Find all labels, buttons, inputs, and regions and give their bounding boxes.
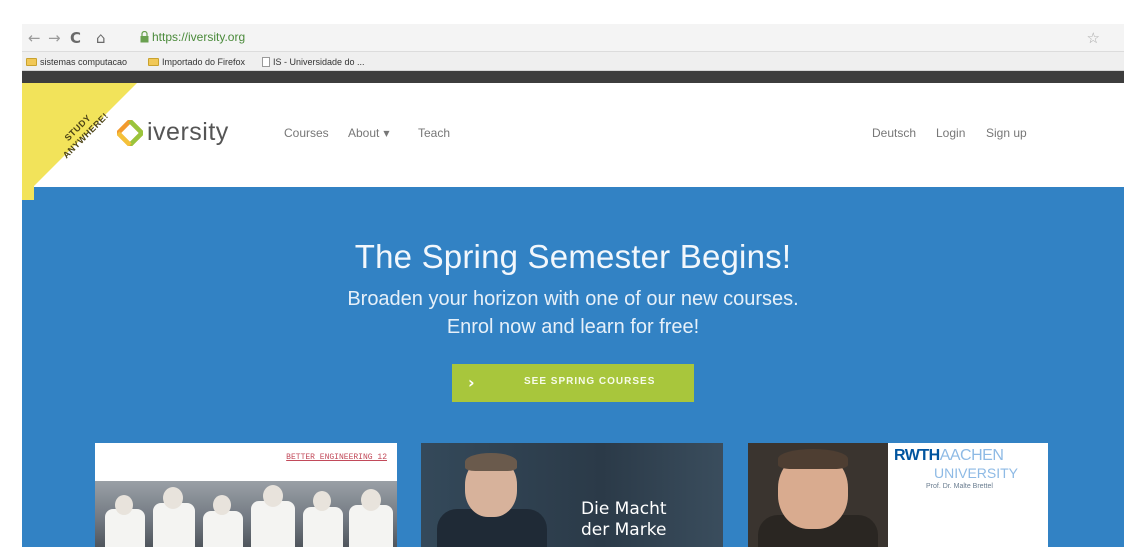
brand-name: iversity xyxy=(147,118,229,146)
bookmark-label: IS - Universidade do ... xyxy=(273,56,365,67)
course-image xyxy=(748,443,888,547)
signup-label: Sign up xyxy=(986,126,1027,140)
hero-subtitle: Broaden your horizon with one of our new… xyxy=(347,288,799,310)
course-image xyxy=(95,481,397,547)
folder-icon xyxy=(148,57,159,66)
reload-icon[interactable]: C xyxy=(70,29,81,47)
nav-about-label: About xyxy=(348,126,380,140)
iversity-logo-icon xyxy=(117,119,143,146)
hero-title: The Spring Semester Begins! xyxy=(354,238,792,275)
nav-teach-label: Teach xyxy=(418,126,451,140)
course-card[interactable]: BETTER ENGINEERING 12 xyxy=(95,443,397,547)
bookmark-item[interactable]: IS - Universidade do ... xyxy=(262,55,365,68)
bookmark-star-icon[interactable]: ☆ xyxy=(1087,29,1100,47)
folder-icon xyxy=(26,57,37,66)
nav-courses-label: Courses xyxy=(284,126,329,140)
language-label: Deutsch xyxy=(872,126,917,140)
caret-down-icon: ▼ xyxy=(383,128,390,138)
cta-label: SEE SPRING COURSES xyxy=(524,376,656,387)
rwth-logo-light: AACHEN xyxy=(939,447,1004,464)
course-card-tag: BETTER ENGINEERING 12 xyxy=(286,453,387,462)
course-card-title: Die Macht der Marke xyxy=(581,499,667,541)
bookmark-item[interactable]: Importado do Firefox xyxy=(148,55,245,68)
forward-icon[interactable]: → xyxy=(48,29,61,47)
nav-courses[interactable]: Courses xyxy=(284,126,329,140)
course-card[interactable]: RWTHAACHEN UNIVERSITY Prof. Dr. Malte Br… xyxy=(748,443,1048,547)
screenshot-frame: ← → C ⌂ https://iversity.org ☆ sistemas … xyxy=(0,0,1124,547)
nav-teach[interactable]: Teach xyxy=(418,126,450,140)
nav-about[interactable]: About ▼ xyxy=(348,126,390,140)
signup-link[interactable]: Sign up xyxy=(986,126,1027,140)
chevron-right-icon: › xyxy=(468,373,475,392)
rwth-logo-bold: RWTH xyxy=(894,447,940,464)
lock-icon xyxy=(140,31,149,43)
course-image xyxy=(421,443,723,547)
course-card-title-line2: der Marke xyxy=(581,520,667,540)
back-icon[interactable]: ← xyxy=(28,29,41,47)
course-instructor: Prof. Dr. Malte Brettel xyxy=(926,483,993,490)
browser-divider xyxy=(22,71,1124,83)
login-link[interactable]: Login xyxy=(936,126,965,140)
address-bar[interactable]: https://iversity.org xyxy=(152,30,245,44)
bookmark-item[interactable]: sistemas computacao xyxy=(26,55,127,68)
hero-subtitle-2: Enrol now and learn for free! xyxy=(446,316,700,338)
bookmark-label: Importado do Firefox xyxy=(162,56,246,67)
language-switch[interactable]: Deutsch xyxy=(872,126,916,140)
course-card-title-line1: Die Macht xyxy=(581,499,667,519)
page-icon xyxy=(262,56,270,67)
rwth-logo-university: UNIVERSITY xyxy=(934,465,1019,481)
login-label: Login xyxy=(936,126,966,140)
browser-toolbar: ← → C ⌂ https://iversity.org ☆ xyxy=(22,24,1124,52)
bookmarks-bar: sistemas computacao Importado do Firefox… xyxy=(22,52,1124,71)
course-card[interactable]: Die Macht der Marke xyxy=(421,443,723,547)
see-spring-courses-button[interactable]: › SEE SPRING COURSES xyxy=(452,364,694,402)
home-icon[interactable]: ⌂ xyxy=(96,29,106,47)
site-logo[interactable]: iversity xyxy=(117,118,229,147)
ribbon-tail xyxy=(22,180,34,200)
rwth-aachen-logo: RWTHAACHEN xyxy=(894,447,1004,465)
bookmark-label: sistemas computacao xyxy=(40,56,128,67)
